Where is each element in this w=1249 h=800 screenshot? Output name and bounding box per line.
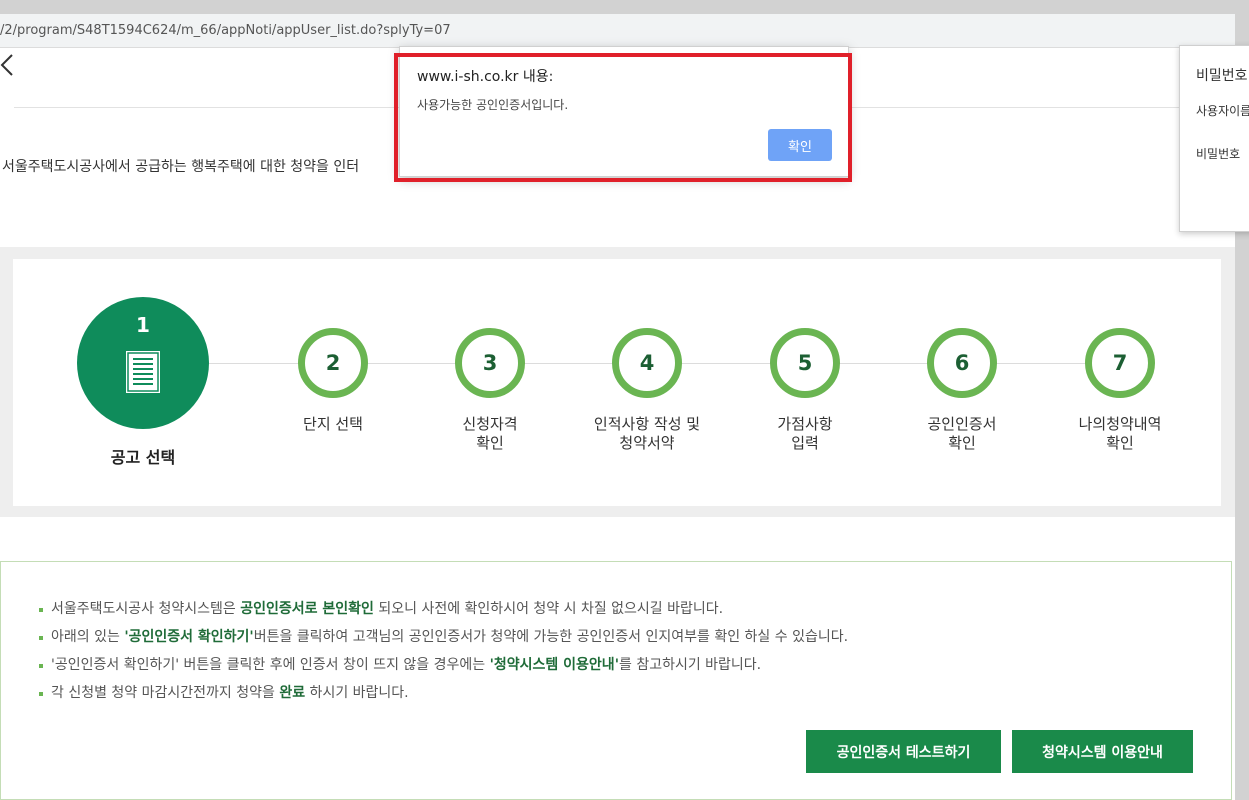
step-number: 2	[325, 351, 341, 375]
notice-text: 를 참고하시기 바랍니다.	[618, 657, 762, 673]
step-number: 4	[639, 351, 655, 375]
step-number: 5	[797, 351, 813, 375]
step-6-label: 공인인증서 확인	[887, 415, 1037, 453]
step-5-circle: 5	[770, 328, 840, 398]
url-text: /2/program/S48T1594C624/m_66/appNoti/app…	[0, 23, 451, 38]
step-label-line: 인적사항 작성 및	[593, 415, 701, 433]
password-label: 비밀번호	[1196, 147, 1241, 161]
step-7-label: 나의청약내역 확인	[1045, 415, 1195, 453]
step-3-label: 신청자격 확인	[415, 415, 565, 453]
notice-text: 각 신청별 청약 마감시간전까지 청약을	[51, 685, 280, 701]
step-label-line: 확인	[948, 434, 976, 452]
cert-test-button[interactable]: 공인인증서 테스트하기	[806, 730, 1001, 773]
username-label: 사용자이름	[1196, 104, 1249, 118]
notice-text: 버튼을 클릭하여 고객님의 공인인증서가 청약에 가능한 공인인증서 인지여부를…	[253, 629, 849, 645]
notice-text: 아래의 있는	[51, 629, 125, 645]
notice-text: 서울주택도시공사 청약시스템은	[51, 601, 241, 617]
step-label-line: 입력	[791, 434, 819, 452]
notice-text: 되오니 사전에 확인하시어 청약 시 차질 없으시길 바랍니다.	[373, 601, 724, 617]
notice-item: '공인인증서 확인하기' 버튼을 클릭한 후에 인증서 창이 뜨지 않을 경우에…	[39, 655, 848, 683]
step-5-label: 가점사항 입력	[730, 415, 880, 453]
step-label-line: 나의청약내역	[1078, 415, 1162, 433]
notice-item: 아래의 있는 '공인인증서 확인하기'버튼을 클릭하여 고객님의 공인인증서가 …	[39, 627, 848, 655]
notice-emphasis: 공인인증서로 본인확인	[240, 601, 374, 617]
step-2-label: 단지 선택	[258, 415, 408, 434]
notice-emphasis: '청약시스템 이용안내'	[489, 657, 619, 673]
step-number: 7	[1112, 351, 1128, 375]
step-4-circle: 4	[612, 328, 682, 398]
password-dialog-title: 비밀번호	[1196, 68, 1248, 84]
intro-text: 서울주택도시공사에서 공급하는 행복주택에 대한 청약을 인터	[2, 159, 360, 175]
step-label-line: 확인	[476, 434, 504, 452]
step-7-circle: 7	[1085, 328, 1155, 398]
step-label-line: 확인	[1106, 434, 1134, 452]
system-guide-button[interactable]: 청약시스템 이용안내	[1012, 730, 1193, 773]
step-number: 1	[136, 313, 150, 337]
notice-text: '공인인증서 확인하기' 버튼을 클릭한 후에 인증서 창이 뜨지 않을 경우에…	[51, 657, 490, 673]
notice-emphasis: 완료	[279, 685, 306, 701]
notice-list: 서울주택도시공사 청약시스템은 공인인증서로 본인확인 되오니 사전에 확인하시…	[39, 599, 848, 711]
step-3-circle: 3	[455, 328, 525, 398]
step-2-circle: 2	[298, 328, 368, 398]
notice-item: 서울주택도시공사 청약시스템은 공인인증서로 본인확인 되오니 사전에 확인하시…	[39, 599, 848, 627]
document-icon	[126, 351, 160, 393]
step-label-line: 단지 선택	[303, 415, 363, 433]
step-label-line: 청약서약	[619, 434, 675, 452]
notice-item: 각 신청별 청약 마감시간전까지 청약을 완료 하시기 바랍니다.	[39, 683, 848, 711]
step-6-circle: 6	[927, 328, 997, 398]
step-4-label: 인적사항 작성 및 청약서약	[572, 415, 722, 453]
password-dialog-partial: 비밀번호 사용자이름 비밀번호	[1179, 45, 1249, 232]
step-label-line: 공인인증서	[927, 415, 997, 433]
back-arrow-icon[interactable]	[0, 54, 14, 76]
step-label-line: 가점사항	[777, 415, 833, 433]
step-number: 6	[954, 351, 970, 375]
notice-box: 서울주택도시공사 청약시스템은 공인인증서로 본인확인 되오니 사전에 확인하시…	[0, 561, 1232, 800]
step-number: 3	[482, 351, 498, 375]
step-label-line: 신청자격	[462, 415, 518, 433]
step-1-active: 1	[77, 297, 209, 429]
notice-text: 하시기 바랍니다.	[305, 685, 409, 701]
notice-emphasis: '공인인증서 확인하기'	[124, 629, 254, 645]
highlight-box	[394, 53, 852, 182]
address-bar[interactable]: /2/program/S48T1594C624/m_66/appNoti/app…	[0, 14, 1235, 48]
step-1-label: 공고 선택	[110, 448, 176, 467]
